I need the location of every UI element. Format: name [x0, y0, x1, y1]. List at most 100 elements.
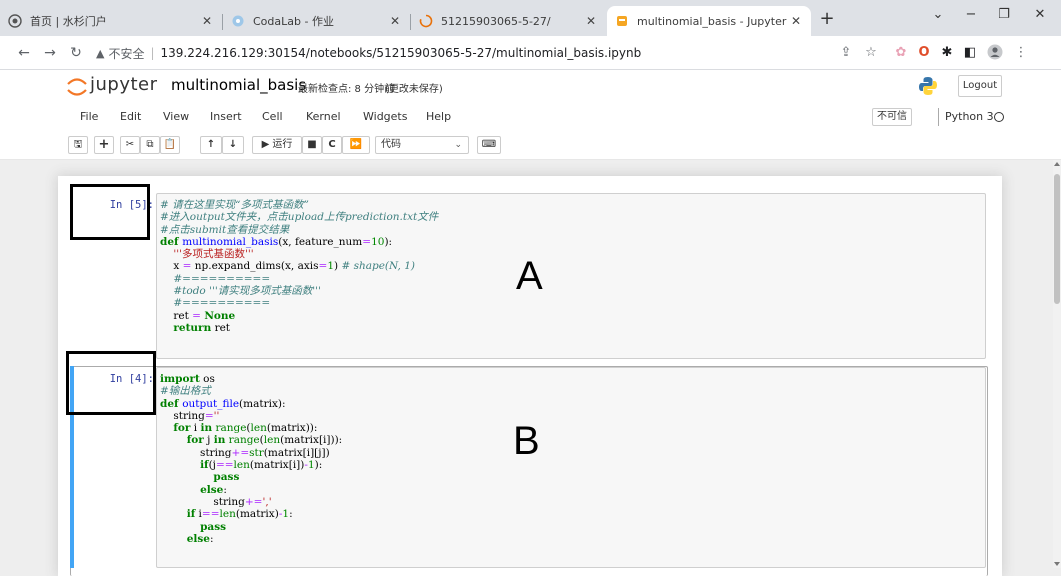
interrupt-kernel-icon[interactable]: ■ — [302, 136, 322, 154]
insert-cell-below-icon[interactable]: + — [94, 136, 114, 154]
trust-indicator[interactable]: 不可信 — [872, 108, 912, 126]
browser-tab-1[interactable]: 首页 | 水杉门户 ✕ — [0, 6, 222, 36]
paste-icon[interactable]: 📋 — [160, 136, 180, 154]
code-token: #========== — [173, 272, 271, 285]
code-token: ): — [314, 459, 323, 472]
menu-view[interactable]: View — [163, 110, 189, 123]
scrollbar-thumb[interactable] — [1054, 174, 1060, 304]
jupyter-tab-icon — [615, 14, 629, 28]
page-scrollbar[interactable] — [1053, 160, 1061, 568]
code-token: '' — [213, 409, 220, 422]
share-icon[interactable]: ⇪ — [837, 44, 855, 62]
scroll-up-icon[interactable] — [1054, 162, 1060, 166]
code-line: if i==len(matrix)-1: — [160, 508, 342, 520]
menu-cell[interactable]: Cell — [262, 110, 283, 123]
tab-title: multinomial_basis - Jupyter No — [637, 14, 789, 28]
reload-icon[interactable]: ↻ — [66, 43, 86, 63]
jupyter-brand[interactable]: jupyter — [90, 74, 158, 95]
code-token: for — [173, 422, 191, 435]
code-token: (matrix[i])): — [280, 434, 343, 447]
address-bar[interactable]: ▲ 不安全 | 139.224.216.129:30154/notebooks/… — [96, 40, 886, 66]
move-up-icon[interactable]: ↑ — [200, 136, 222, 154]
move-down-icon[interactable]: ↓ — [222, 136, 244, 154]
code-token: #todo '''请实现多项式基函数''' — [173, 285, 321, 298]
bookmark-star-icon[interactable]: ☆ — [862, 44, 880, 62]
code-token: len — [219, 508, 236, 521]
code-token: in — [213, 434, 226, 447]
extensions-puzzle-icon[interactable]: ✱ — [938, 44, 956, 62]
more-menu-icon[interactable]: ⋮ — [1012, 44, 1030, 62]
profile-avatar-icon[interactable] — [986, 44, 1004, 62]
code-line: else: — [160, 533, 342, 545]
extension-icon[interactable]: ✿ — [892, 44, 910, 62]
tab-close-icon[interactable]: ✕ — [388, 14, 402, 28]
command-palette-icon[interactable]: ⌨ — [477, 136, 501, 154]
back-icon[interactable]: ← — [14, 43, 34, 63]
minimize-icon[interactable]: − — [957, 5, 985, 25]
browser-tab-strip: 首页 | 水杉门户 ✕ CodaLab - 作业 ✕ 51215903065-5… — [0, 0, 1061, 36]
save-icon[interactable]: 🖫 — [68, 136, 88, 154]
cell-input-area[interactable]: # 请在这里实现“多项式基函数” #进入output文件夹，点击upload上传p… — [156, 193, 986, 359]
menu-widgets[interactable]: Widgets — [363, 110, 407, 123]
restart-run-all-icon[interactable]: ⏩ — [342, 136, 370, 154]
code-token: return — [173, 321, 212, 334]
code-token: def — [160, 397, 183, 410]
menu-help[interactable]: Help — [426, 110, 451, 123]
code-token: = — [192, 309, 201, 322]
cut-icon[interactable]: ✂ — [120, 136, 140, 154]
restart-kernel-icon[interactable]: C — [322, 136, 342, 154]
tab-close-icon[interactable]: ✕ — [200, 14, 214, 28]
cell-input-area[interactable]: import os #输出格式 def output_file(matrix): s… — [156, 367, 986, 568]
forward-icon[interactable]: → — [40, 43, 60, 63]
tab-close-icon[interactable]: ✕ — [584, 14, 598, 28]
code-line: #点击submit查看提交结果 — [160, 224, 438, 236]
code-line: string+=',' — [160, 496, 342, 508]
new-tab-icon[interactable]: + — [817, 9, 837, 29]
notebook-name[interactable]: multinomial_basis — [171, 76, 306, 94]
code-editor[interactable]: # 请在这里实现“多项式基函数” #进入output文件夹，点击upload上传p… — [160, 199, 438, 334]
annotation-box-b — [66, 351, 156, 415]
code-token: 10 — [371, 235, 385, 248]
menu-insert[interactable]: Insert — [210, 110, 242, 123]
restore-icon[interactable]: ❐ — [990, 5, 1018, 25]
code-token: (matrix): — [239, 397, 286, 410]
tab-title: 首页 | 水杉门户 — [30, 15, 107, 28]
autosave-status: (更改未保存) — [385, 84, 443, 95]
menu-edit[interactable]: Edit — [120, 110, 141, 123]
code-token: #输出格式 — [160, 385, 211, 398]
code-token: (matrix[i][j]) — [263, 446, 330, 459]
code-token: 1 — [327, 260, 334, 273]
menu-file[interactable]: File — [80, 110, 98, 123]
jupyter-logo-icon[interactable] — [66, 76, 88, 98]
code-token: string — [160, 409, 205, 422]
browser-tab-2[interactable]: CodaLab - 作业 ✕ — [223, 6, 410, 36]
code-token: else — [200, 483, 224, 496]
code-token: output_file — [182, 397, 240, 410]
tab-close-icon[interactable]: ✕ — [789, 14, 803, 28]
code-line: #todo '''请实现多项式基函数''' — [160, 285, 438, 297]
browser-tab-3[interactable]: 51215903065-5-27/ ✕ — [411, 6, 606, 36]
close-window-icon[interactable]: ✕ — [1026, 5, 1054, 25]
code-token: in — [200, 422, 213, 435]
browser-tab-4-active[interactable]: multinomial_basis - Jupyter No ✕ — [607, 6, 811, 36]
logout-button[interactable]: Logout — [958, 75, 1002, 97]
code-line: import os — [160, 373, 342, 385]
notebook-toolbar: 🖫 + ✂ ⧉ 📋 ↑ ↓ ▶ 运行 ■ C ⏩ 代码 ⌄ ⌨ — [0, 130, 1061, 160]
opera-extension-icon[interactable]: O — [915, 44, 933, 62]
checkpoint-status: 最新检查点: 8 分钟前 — [298, 84, 395, 95]
cell-type-select[interactable]: 代码 ⌄ — [375, 136, 469, 154]
code-token: x — [160, 260, 183, 273]
run-button[interactable]: ▶ 运行 — [252, 136, 302, 154]
scroll-down-icon[interactable] — [1054, 562, 1060, 566]
side-panel-icon[interactable]: ◧ — [961, 44, 979, 62]
code-cell-2[interactable]: In [4]: import os #输出格式 def output_file(ma… — [70, 367, 988, 568]
copy-icon[interactable]: ⧉ — [140, 136, 160, 154]
code-editor[interactable]: import os #输出格式 def output_file(matrix): s… — [160, 373, 342, 545]
menu-kernel[interactable]: Kernel — [306, 110, 341, 123]
tab-search-icon[interactable]: ⌄ — [924, 5, 952, 25]
